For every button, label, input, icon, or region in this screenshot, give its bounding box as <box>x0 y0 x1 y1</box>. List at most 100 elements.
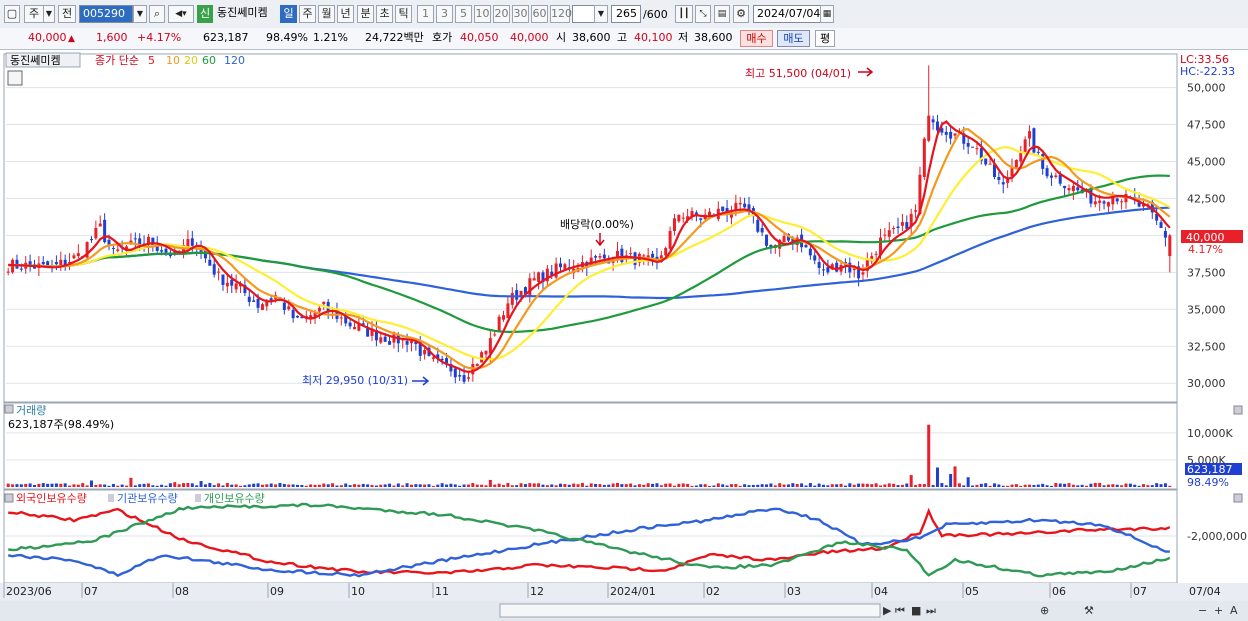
holdings-panel-close-icon[interactable] <box>1233 493 1243 503</box>
period-tab-year[interactable]: 년 <box>337 5 354 23</box>
stock-code-dropdown-icon[interactable]: ▼ <box>133 5 147 23</box>
volume-bar <box>725 485 729 487</box>
scope-select[interactable]: 전 <box>58 5 76 23</box>
ma-legend-60: 60 <box>202 54 216 67</box>
period-tab-month[interactable]: 월 <box>318 5 335 23</box>
scroll-right-icon[interactable]: ▶ <box>883 604 892 617</box>
drawing-tools-icon[interactable]: ⤡ <box>695 5 711 23</box>
volume-bar <box>41 483 45 487</box>
price-candle-body <box>291 310 295 319</box>
volume-bar <box>1102 485 1106 487</box>
volume-bar <box>76 484 80 487</box>
volume-bar <box>291 484 295 487</box>
chart-area[interactable]: 동진쎄미켐 종가 단순 5 10 20 60 120 LC:33.56 HC:-… <box>0 50 1248 621</box>
search-icon[interactable]: ⌕ <box>149 5 165 23</box>
zoom-in-icon[interactable]: + <box>1214 604 1223 617</box>
volume-bar <box>502 485 506 487</box>
price-candle-body <box>6 271 10 273</box>
calendar-icon[interactable]: ▦ <box>820 5 834 23</box>
volume-bar <box>1111 484 1115 487</box>
nav-stop-icon[interactable]: ■ <box>911 604 921 617</box>
interval-60[interactable]: 60 <box>531 5 548 23</box>
volume-panel-close-icon[interactable] <box>1233 405 1243 415</box>
font-size-icon[interactable]: A <box>1230 604 1238 617</box>
stock-code-input[interactable]: 005290 <box>79 5 133 23</box>
market-type-dropdown-icon[interactable]: ▼ <box>43 5 55 23</box>
period-tab-minute[interactable]: 분 <box>357 5 374 23</box>
volume-bar <box>953 466 957 487</box>
market-type-select[interactable]: 주 <box>24 5 44 23</box>
nav-last-icon[interactable]: ⏭ <box>926 604 936 617</box>
volume-bar <box>11 484 15 487</box>
price-candle-body <box>151 237 155 246</box>
volume-panel-toggle-icon[interactable] <box>4 404 14 414</box>
interval-10[interactable]: 10 <box>474 5 491 23</box>
volume-bar <box>313 484 317 487</box>
volume-bar <box>708 485 712 487</box>
save-icon[interactable]: ▤ <box>714 5 730 23</box>
tools-icon[interactable]: ⚒ <box>1084 604 1094 617</box>
volume-bar <box>931 485 935 487</box>
date-input[interactable]: 2024/07/04 <box>753 5 821 23</box>
settings-gear-icon[interactable]: ⚙ <box>733 5 749 23</box>
volume-bar <box>484 485 488 487</box>
zoom-out-icon[interactable]: − <box>1198 604 1207 617</box>
interval-120[interactable]: 120 <box>550 5 572 23</box>
period-tab-day[interactable]: 일 <box>280 5 297 23</box>
volume-bar <box>769 483 773 487</box>
price-candle-body <box>681 217 685 219</box>
holdings-panel-toggle-icon[interactable] <box>4 493 14 503</box>
interval-1[interactable]: 1 <box>417 5 434 23</box>
scroll-thumb[interactable] <box>499 603 881 618</box>
price-candle-body <box>41 262 45 265</box>
period-tab-second[interactable]: 초 <box>376 5 393 23</box>
interval-20[interactable]: 20 <box>493 5 510 23</box>
quote-low: 38,600 <box>694 31 733 44</box>
evaluation-button[interactable]: 평 <box>815 30 835 47</box>
volume-bar <box>182 483 186 487</box>
ask-label: 호가 <box>432 31 453 44</box>
data-table-icon[interactable] <box>7 70 23 86</box>
price-candle-body <box>1032 128 1036 153</box>
volume-bar <box>225 483 229 487</box>
price-candle-body <box>883 234 887 236</box>
volume-bar <box>199 481 203 487</box>
price-candle-body <box>423 349 427 355</box>
buy-button[interactable]: 매수 <box>740 30 773 47</box>
interval-3[interactable]: 3 <box>436 5 453 23</box>
interval-5[interactable]: 5 <box>455 5 472 23</box>
candle-type-icon[interactable]: ┃┃ <box>675 5 693 23</box>
price-candle-body <box>668 230 672 249</box>
speaker-icon[interactable]: ◀▾ <box>168 5 194 23</box>
interval-30[interactable]: 30 <box>512 5 529 23</box>
window-menu-icon[interactable]: ▢ <box>4 5 20 23</box>
volume-bar <box>927 424 931 487</box>
volume-bar <box>129 477 133 487</box>
volume-bar <box>458 485 462 487</box>
price-candle-body <box>914 210 918 212</box>
volume-bar <box>1071 484 1075 487</box>
volume-bar <box>344 483 348 487</box>
period-tab-week[interactable]: 주 <box>299 5 316 23</box>
interval-dropdown-icon[interactable]: ▼ <box>594 5 608 23</box>
volume-bar <box>1036 484 1040 487</box>
holdings-tick-label: -2,000,000 <box>1187 530 1247 543</box>
volume-bar <box>615 482 619 487</box>
volume-bar <box>138 484 142 487</box>
sell-button[interactable]: 매도 <box>777 30 810 47</box>
volume-bar <box>624 484 628 487</box>
period-tab-tick[interactable]: 틱 <box>395 5 412 23</box>
volume-bar <box>1098 482 1102 487</box>
price-candle-body <box>1106 202 1110 207</box>
series-individual-marker <box>195 494 201 502</box>
price-tick-label: 35,000 <box>1187 303 1226 316</box>
zoom-icon[interactable]: ⊕ <box>1040 604 1049 617</box>
nav-first-icon[interactable]: ⏮ <box>895 604 905 617</box>
count-input[interactable]: 265 <box>611 5 641 23</box>
series-foreign-label: 외국인보유수량 <box>16 492 87 505</box>
volume-bar <box>208 482 212 487</box>
price-candle-body <box>822 269 826 271</box>
price-candle-body <box>506 303 510 319</box>
volume-info: 623,187주(98.49%) <box>8 418 114 431</box>
ma-legend-5: 5 <box>148 54 155 67</box>
